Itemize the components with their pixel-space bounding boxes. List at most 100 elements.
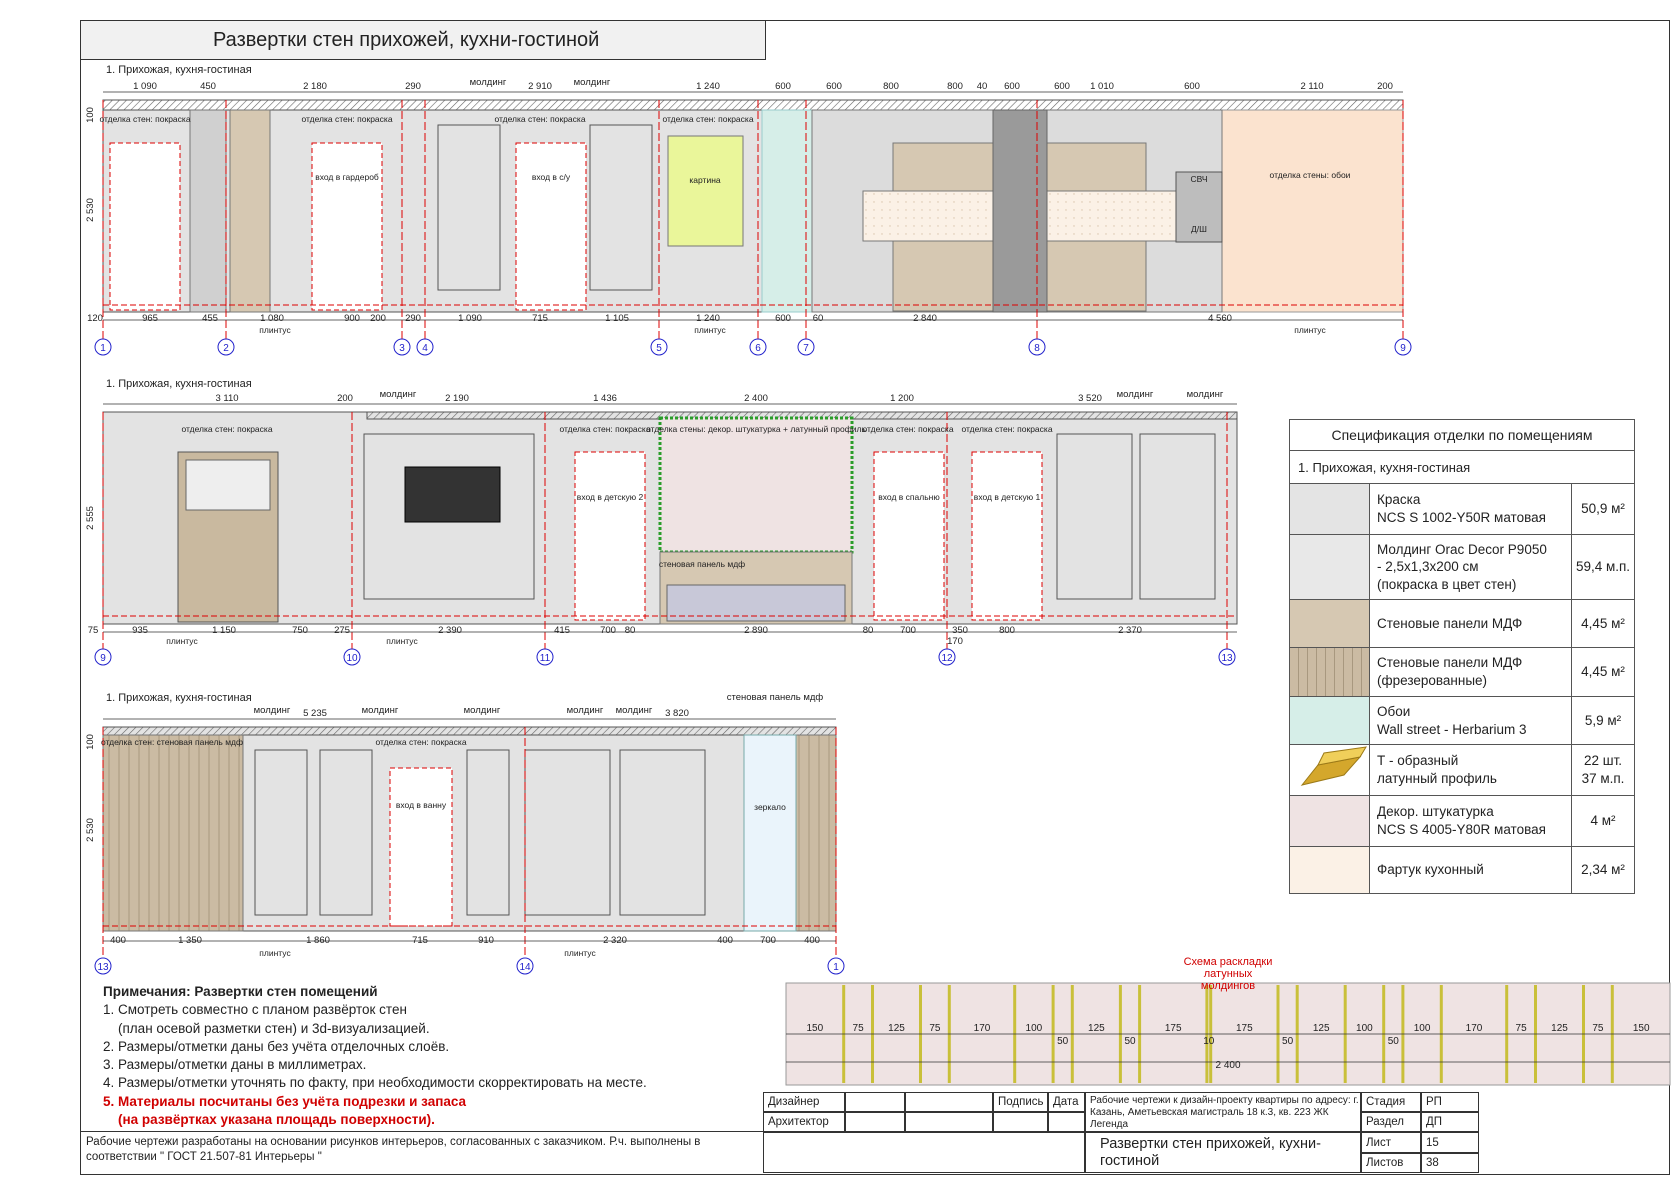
spec-header: Спецификация отделки по помещениям	[1290, 420, 1634, 451]
dimension: 200	[1377, 81, 1393, 92]
dimension: 965	[142, 313, 158, 324]
dimension: 2 530	[85, 198, 96, 222]
dimension: 700	[600, 625, 616, 636]
dimension: 800	[883, 81, 899, 92]
dimension: 2 840	[913, 313, 937, 324]
dimension: 2 400	[744, 393, 768, 404]
spec-row: Обои Wall street - Herbarium 3 5,9 м²	[1290, 697, 1634, 745]
plaster-swatch	[1290, 796, 1370, 846]
axis-label: 12	[941, 653, 953, 664]
blank-cell	[905, 1112, 993, 1132]
dimension: стеновая панель мдф	[727, 692, 824, 703]
scheme-dimension: 50	[1057, 1036, 1069, 1047]
axis-label: 10	[346, 653, 358, 664]
project-info: Рабочие чертежи к дизайн-проекту квартир…	[1085, 1092, 1361, 1132]
dimension: 455	[202, 313, 218, 324]
title-block: Дизайнер Подпись Дата Архитектор Рабочие…	[763, 1092, 1613, 1173]
spec-name: Т - образный латунный профиль	[1370, 745, 1572, 795]
dimension: 2 180	[303, 81, 327, 92]
elevation-1: 1 2 3 4 5 6 7 8 9 1 090 450 2 180 290 мо…	[85, 77, 1412, 356]
dimension: 1 090	[133, 81, 157, 92]
dimension: молдинг	[616, 705, 653, 716]
axis-label: 11	[540, 653, 551, 664]
spec-value: 59,4 м.п.	[1575, 559, 1631, 575]
dimension: 3 820	[665, 708, 689, 719]
finish-label: отделка стен: покраска	[862, 424, 953, 434]
apron-swatch	[1290, 847, 1370, 893]
dimension: 80	[863, 625, 874, 636]
dimension: 600	[826, 81, 842, 92]
dimension: 2 910	[528, 81, 552, 92]
scheme-dimension: 100	[1414, 1023, 1431, 1034]
finish-label: отделка стен: покраска	[99, 114, 190, 124]
room-label: вход в гардероб	[315, 172, 379, 182]
mdf-panel-swatch	[1290, 600, 1370, 647]
dimension: 60	[813, 313, 824, 324]
room-label: вход в детскую 1	[974, 492, 1041, 502]
scheme-title: Схема раскладки латунных молдингов	[1183, 956, 1273, 992]
room-label: зеркало	[754, 802, 786, 812]
scheme-dimension: 170	[974, 1023, 991, 1034]
dimension: 350	[952, 625, 968, 636]
blank-cell	[845, 1092, 905, 1112]
dimension: 2 890	[744, 625, 768, 636]
spec-value: 5,9 м²	[1584, 712, 1622, 728]
sheet-title: Развертки стен прихожей, кухни-гостиной	[1085, 1132, 1361, 1173]
finish-label: отделка стены: обои	[1270, 170, 1351, 180]
axis-label: 3	[399, 343, 405, 354]
designer-label: Дизайнер	[763, 1092, 845, 1112]
axis-label: 4	[422, 343, 428, 354]
scheme-total: 2 400	[1215, 1060, 1240, 1071]
dimension: 3 520	[1078, 393, 1102, 404]
scheme-dimension: 150	[806, 1023, 823, 1034]
room-label: вход в спальню	[878, 492, 940, 502]
note-item: 3. Размеры/отметки даны в миллиметрах.	[103, 1057, 367, 1073]
dimension: 600	[1184, 81, 1200, 92]
dimension: 2 320	[603, 935, 627, 946]
plinth-label: плинтус	[166, 636, 198, 646]
finish-label: отделка стены: декор. штукатурка + латун…	[646, 424, 866, 434]
dimension: 1 080	[260, 313, 284, 324]
scheme-dimension: 125	[1313, 1023, 1330, 1034]
room-label: вход в с/у	[532, 172, 571, 182]
dimension: 2 110	[1300, 81, 1323, 92]
spec-value: 50,9 м²	[1581, 501, 1625, 517]
spec-value: 4,45 м²	[1581, 664, 1625, 680]
dimension: молдинг	[574, 77, 611, 88]
dimension: 600	[775, 313, 791, 324]
plinth-label: плинтус	[1294, 325, 1326, 335]
dimension: 4 560	[1208, 313, 1232, 324]
dimension: 100	[85, 734, 96, 750]
scheme-dimension: 10	[1203, 1036, 1215, 1047]
scheme-dimension: 50	[1388, 1036, 1400, 1047]
section-value: ДП	[1421, 1112, 1479, 1132]
spec-subheader: 1. Прихожая, кухня-гостиная	[1290, 451, 1634, 484]
scheme-dimension: 75	[853, 1023, 865, 1034]
spec-name: Фартук кухонный	[1370, 847, 1572, 893]
bottom-note: Рабочие чертежи разработаны на основании…	[80, 1131, 764, 1166]
blank-cell	[905, 1092, 993, 1112]
spec-value: 22 шт. 37 м.п.	[1581, 753, 1625, 786]
dimension: 900	[344, 313, 360, 324]
scheme-dimension: 175	[1236, 1023, 1253, 1034]
spec-name: Молдинг Orac Decor P9050 - 2,5x1,3x200 с…	[1370, 535, 1572, 599]
scheme-dimension: 75	[929, 1023, 941, 1034]
spec-value: 4 м²	[1590, 813, 1616, 829]
finish-label: отделка стен: покраска	[559, 424, 650, 434]
spec-row: Молдинг Orac Decor P9050 - 2,5x1,3x200 с…	[1290, 535, 1634, 600]
dimension: 2 530	[85, 818, 96, 842]
dimension: 1 240	[696, 81, 720, 92]
spec-row: Краска NCS S 1002-Y50R матовая 50,9 м²	[1290, 484, 1634, 535]
room-label: СВЧ	[1190, 174, 1207, 184]
finish-label: отделка стен: покраска	[181, 424, 272, 434]
plinth-label: плинтус	[259, 948, 291, 958]
dimension: 1 860	[306, 935, 330, 946]
dimension: молдинг	[362, 705, 399, 716]
dimension: 40	[977, 81, 988, 92]
scheme-dimension: 75	[1516, 1023, 1528, 1034]
brass-profile-swatch	[1290, 745, 1370, 795]
dimension: 600	[775, 81, 791, 92]
finish-label: отделка стен: покраска	[961, 424, 1052, 434]
finish-label: отделка стен: покраска	[494, 114, 585, 124]
finish-label: отделка стен: стеновая панель мдф	[101, 737, 243, 747]
